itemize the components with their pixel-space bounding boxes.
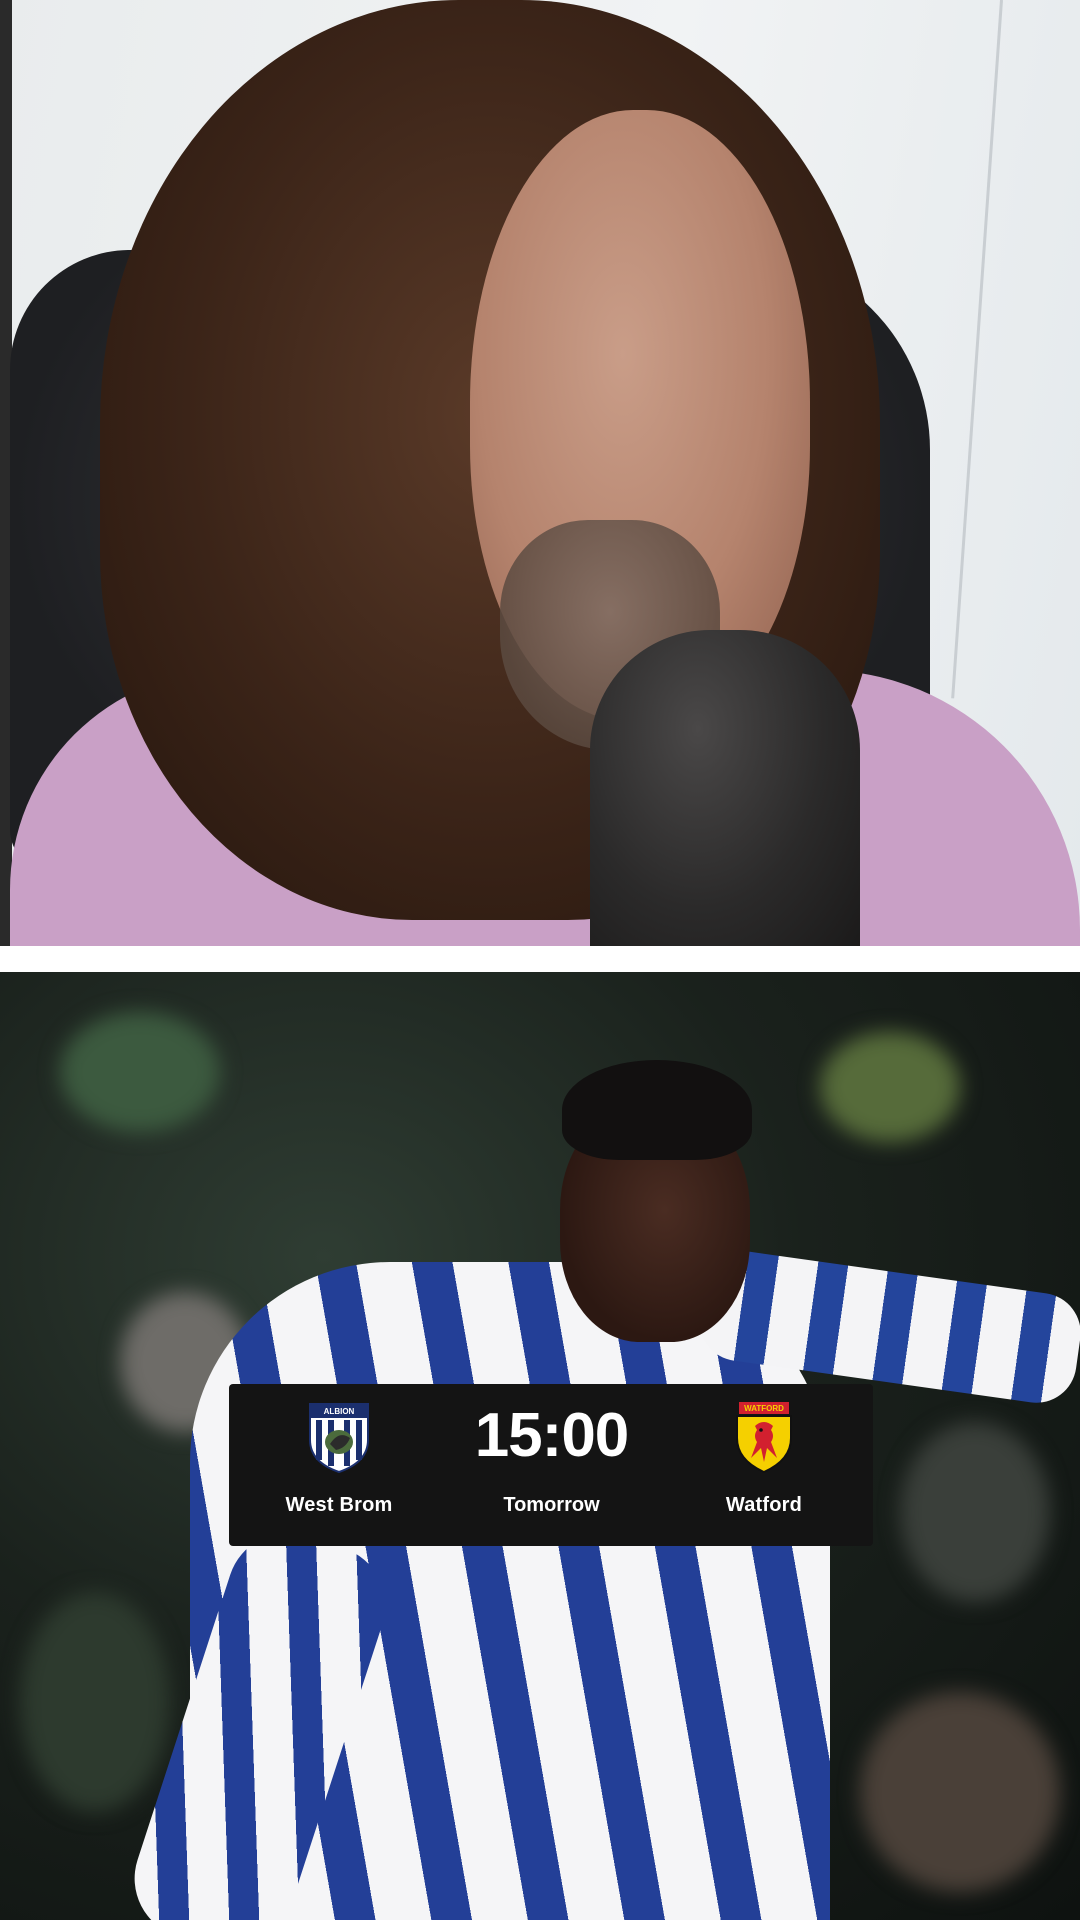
video-frame: ALBION West Brom 15:00 Tomorrow WATFORD xyxy=(0,0,1080,1920)
svg-text:ALBION: ALBION xyxy=(324,1407,355,1416)
crowd-blur xyxy=(900,1422,1050,1602)
watford-crest-icon: WATFORD xyxy=(736,1402,792,1474)
streamer-webcam xyxy=(0,0,1080,946)
cable xyxy=(951,0,1003,699)
home-team-name: West Brom xyxy=(285,1494,393,1516)
crowd-blur xyxy=(860,1692,1060,1892)
away-team-name: Watford xyxy=(725,1494,803,1516)
home-team: ALBION West Brom xyxy=(234,1384,444,1546)
crowd-blur xyxy=(20,1592,170,1812)
svg-text:WATFORD: WATFORD xyxy=(744,1404,784,1413)
crowd-blur xyxy=(60,1012,220,1132)
panel-divider xyxy=(0,946,1080,972)
microphone xyxy=(590,630,860,946)
fixture-card: ALBION West Brom 15:00 Tomorrow WATFORD xyxy=(229,1384,873,1546)
player-hair xyxy=(562,1060,752,1160)
kickoff-time: 15:00 xyxy=(474,1401,630,1470)
away-team: WATFORD Watford xyxy=(659,1384,869,1546)
crowd-blur xyxy=(820,1032,960,1142)
west-brom-crest-icon: ALBION xyxy=(309,1403,369,1474)
kickoff-day: Tomorrow xyxy=(503,1494,600,1516)
kickoff-info: 15:00 Tomorrow xyxy=(444,1384,659,1546)
